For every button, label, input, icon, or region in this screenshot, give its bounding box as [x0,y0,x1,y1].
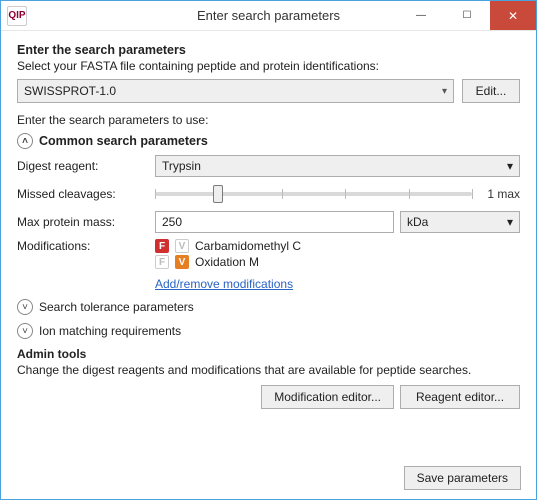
fixed-tag-icon[interactable]: F [155,255,169,269]
modification-row: F V Carbamidomethyl C [155,239,520,253]
reagent-editor-button[interactable]: Reagent editor... [400,385,520,409]
variable-tag-icon[interactable]: V [175,255,189,269]
page-subtitle: Select your FASTA file containing peptid… [17,59,520,73]
window-controls: — ☐ ✕ [398,1,536,30]
page-heading: Enter the search parameters [17,43,520,57]
variable-tag-icon[interactable]: V [175,239,189,253]
tolerance-section-title: Search tolerance parameters [39,300,194,314]
maximize-button[interactable]: ☐ [444,1,490,30]
close-button[interactable]: ✕ [490,1,536,30]
mass-unit-select[interactable]: kDa ▾ [400,211,520,233]
fixed-tag-icon[interactable]: F [155,239,169,253]
common-section-title: Common search parameters [39,134,208,148]
ion-section-title: Ion matching requirements [39,324,181,338]
chevron-down-icon: ▾ [507,215,513,229]
modifications-label: Modifications: [17,239,151,253]
fasta-row: SWISSPROT-1.0 ▾ Edit... [17,79,520,103]
params-intro: Enter the search parameters to use: [17,113,520,127]
app-icon: QIP [7,6,27,26]
max-mass-value: 250 [162,215,182,229]
admin-heading: Admin tools [17,347,520,361]
fasta-selected-value: SWISSPROT-1.0 [24,84,116,98]
collapse-up-icon: ˄ [17,133,33,149]
common-section-header[interactable]: ˄ Common search parameters [17,133,520,149]
fasta-select[interactable]: SWISSPROT-1.0 ▾ [17,79,454,103]
missed-cleavages-max: 1 max [487,187,520,201]
chevron-down-icon: ▾ [442,86,447,97]
content: Enter the search parameters Select your … [1,31,536,419]
admin-subtitle: Change the digest reagents and modificat… [17,363,520,377]
modification-row: F V Oxidation M [155,255,520,269]
save-parameters-button[interactable]: Save parameters [404,466,521,490]
digest-select[interactable]: Trypsin ▾ [155,155,520,177]
titlebar: QIP Enter search parameters — ☐ ✕ [1,1,536,31]
collapse-down-icon: ˅ [17,323,33,339]
ion-section-header[interactable]: ˅ Ion matching requirements [17,323,520,339]
modification-name: Oxidation M [195,255,259,269]
missed-cleavages-slider[interactable]: 1 max [155,183,520,205]
missed-cleavages-label: Missed cleavages: [17,187,151,201]
edit-button[interactable]: Edit... [462,79,520,103]
max-mass-label: Max protein mass: [17,215,151,229]
tolerance-section-header[interactable]: ˅ Search tolerance parameters [17,299,520,315]
mass-unit-value: kDa [407,215,428,229]
max-mass-input[interactable]: 250 [155,211,394,233]
collapse-down-icon: ˅ [17,299,33,315]
digest-value: Trypsin [162,159,201,173]
modification-editor-button[interactable]: Modification editor... [261,385,394,409]
slider-thumb-icon[interactable] [213,185,223,203]
minimize-button[interactable]: — [398,1,444,30]
digest-label: Digest reagent: [17,159,151,173]
modification-name: Carbamidomethyl C [195,239,301,253]
chevron-down-icon: ▾ [507,159,513,173]
footer: Save parameters [404,466,521,490]
add-remove-modifications-link[interactable]: Add/remove modifications [155,277,520,291]
